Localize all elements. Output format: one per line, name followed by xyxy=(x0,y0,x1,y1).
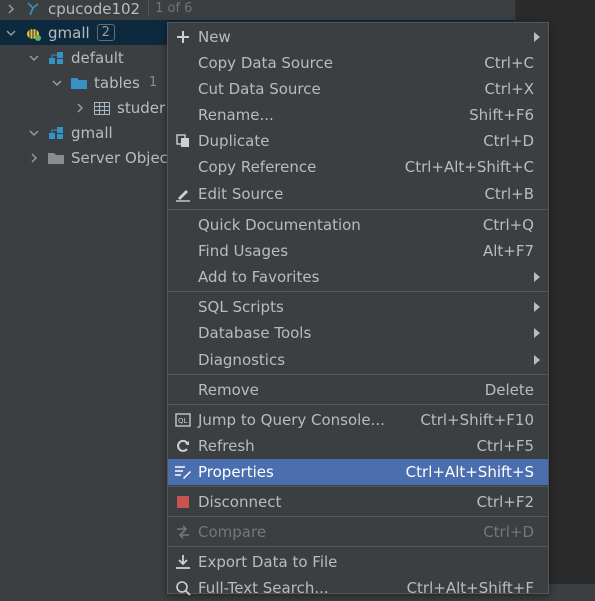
properties-icon xyxy=(168,464,198,480)
shortcut: Ctrl+D xyxy=(483,132,534,150)
tree-row-datasource[interactable]: cpucode102 1 of 6 xyxy=(0,0,192,21)
menu-separator xyxy=(168,209,548,210)
chevron-down-icon[interactable] xyxy=(50,76,64,90)
submenu-arrow-icon xyxy=(534,355,540,365)
tree-row-tables[interactable]: tables 1 xyxy=(0,70,157,95)
menu-item-add-to-favorites[interactable]: Add to Favorites xyxy=(168,264,548,290)
bee-icon xyxy=(24,24,42,42)
schema-icon xyxy=(47,124,65,142)
shortcut: Ctrl+Shift+F10 xyxy=(420,411,534,429)
datasource-name: cpucode102 xyxy=(48,0,141,18)
menu-item-copy-data-source[interactable]: Copy Data Source Ctrl+C xyxy=(168,50,548,76)
menu-item-export-data[interactable]: Export Data to File xyxy=(168,549,548,575)
count-badge: 2 xyxy=(96,24,115,41)
folder-icon xyxy=(47,149,65,167)
shortcut: Ctrl+D xyxy=(483,523,534,541)
table-icon xyxy=(93,99,111,117)
shortcut: Alt+F7 xyxy=(482,242,534,260)
tree-row-server-objects[interactable]: Server Objec xyxy=(0,145,168,170)
folder-name: Server Objec xyxy=(71,148,168,167)
datasource-name: gmall xyxy=(48,23,90,42)
menu-separator xyxy=(168,374,548,375)
chevron-down-icon[interactable] xyxy=(27,126,41,140)
shortcut: Ctrl+F2 xyxy=(476,493,534,511)
chevron-right-icon[interactable] xyxy=(73,101,87,115)
shortcut: Ctrl+X xyxy=(484,80,534,98)
hive-icon xyxy=(24,0,42,18)
menu-item-refresh[interactable]: Refresh Ctrl+F5 xyxy=(168,433,548,459)
shortcut: Ctrl+Alt+Shift+S xyxy=(405,463,534,481)
menu-separator xyxy=(168,291,548,292)
menu-item-database-tools[interactable]: Database Tools xyxy=(168,320,548,346)
menu-item-find-usages[interactable]: Find Usages Alt+F7 xyxy=(168,238,548,264)
menu-item-diagnostics[interactable]: Diagnostics xyxy=(168,347,548,373)
tree-row-table[interactable]: studer xyxy=(0,95,165,120)
shortcut: Ctrl+Alt+Shift+C xyxy=(404,158,534,176)
pencil-icon xyxy=(168,186,198,202)
tables-count: 1 xyxy=(148,75,158,90)
tree-row-default[interactable]: default xyxy=(0,45,124,70)
menu-item-properties[interactable]: Properties Ctrl+Alt+Shift+S xyxy=(168,459,548,485)
export-icon xyxy=(168,554,198,570)
schema-name: gmall xyxy=(71,123,113,142)
menu-separator xyxy=(168,486,548,487)
tree-row-gmall-schema[interactable]: gmall xyxy=(0,120,113,145)
shortcut: Shift+F6 xyxy=(469,106,534,124)
menu-item-cut-data-source[interactable]: Cut Data Source Ctrl+X xyxy=(168,76,548,102)
chevron-down-icon[interactable] xyxy=(27,51,41,65)
svg-text:QL: QL xyxy=(178,417,188,425)
submenu-arrow-icon xyxy=(534,272,540,282)
shortcut: Ctrl+Alt+Shift+F xyxy=(406,579,534,597)
search-icon xyxy=(168,580,198,596)
menu-item-rename[interactable]: Rename... Shift+F6 xyxy=(168,102,548,128)
duplicate-icon xyxy=(168,134,198,148)
menu-item-copy-reference[interactable]: Copy Reference Ctrl+Alt+Shift+C xyxy=(168,154,548,180)
context-menu: New Copy Data Source Ctrl+C Cut Data Sou… xyxy=(167,22,549,597)
shortcut: Ctrl+F5 xyxy=(476,437,534,455)
refresh-icon xyxy=(168,438,198,454)
menu-item-disconnect[interactable]: Disconnect Ctrl+F2 xyxy=(168,489,548,515)
menu-item-remove[interactable]: Remove Delete xyxy=(168,377,548,403)
chevron-right-icon[interactable] xyxy=(27,151,41,165)
table-name: studer xyxy=(117,98,166,117)
menu-item-full-text-search[interactable]: Full-Text Search... Ctrl+Alt+Shift+F xyxy=(168,575,548,601)
schema-icon xyxy=(47,49,65,67)
chevron-down-icon[interactable] xyxy=(4,26,18,40)
menu-item-edit-source[interactable]: Edit Source Ctrl+B xyxy=(168,181,548,207)
schema-name: default xyxy=(71,48,124,67)
shortcut: Ctrl+C xyxy=(484,54,534,72)
folder-name: tables xyxy=(94,73,140,92)
menu-separator xyxy=(168,516,548,517)
folder-icon xyxy=(70,74,88,92)
chevron-right-icon[interactable] xyxy=(4,2,18,16)
shortcut: Ctrl+Q xyxy=(482,216,534,234)
compare-icon xyxy=(168,524,198,540)
menu-item-duplicate[interactable]: Duplicate Ctrl+D xyxy=(168,128,548,154)
shortcut: Delete xyxy=(484,381,534,399)
menu-separator xyxy=(168,404,548,405)
shortcut: Ctrl+B xyxy=(484,185,534,203)
submenu-arrow-icon xyxy=(534,302,540,312)
query-console-icon: QL xyxy=(168,413,198,427)
submenu-arrow-icon xyxy=(534,328,540,338)
result-hint: 1 of 6 xyxy=(148,1,192,16)
menu-item-sql-scripts[interactable]: SQL Scripts xyxy=(168,294,548,320)
menu-item-compare: Compare Ctrl+D xyxy=(168,519,548,545)
menu-item-new[interactable]: New xyxy=(168,24,548,50)
menu-item-quick-documentation[interactable]: Quick Documentation Ctrl+Q xyxy=(168,212,548,238)
submenu-arrow-icon xyxy=(534,32,540,42)
stop-icon xyxy=(168,495,198,509)
menu-item-jump-to-query-console[interactable]: QL Jump to Query Console... Ctrl+Shift+F… xyxy=(168,407,548,433)
plus-icon xyxy=(168,30,198,44)
menu-separator xyxy=(168,546,548,547)
